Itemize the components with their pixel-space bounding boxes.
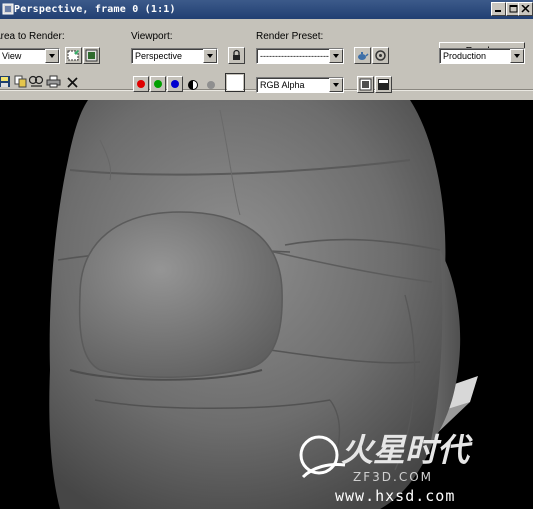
chevron-down-icon: [510, 49, 524, 63]
gray-dot-icon: [207, 81, 215, 89]
copy-icon: [14, 75, 27, 88]
alpha-half-icon: [188, 80, 198, 90]
color-swatch[interactable]: [225, 73, 245, 92]
panel-icon: [378, 79, 389, 90]
app-icon: [2, 3, 14, 15]
title-bar: Perspective, frame 0 (1:1): [0, 0, 533, 19]
render-frame-window: Perspective, frame 0 (1:1) Area to Rende…: [0, 0, 533, 509]
toggle-ui-button[interactable]: [375, 76, 392, 93]
chevron-down-icon: [329, 78, 343, 92]
render-controls-panel: Area to Render: View Viewport: Perspecti…: [0, 19, 533, 100]
green-channel-toggle[interactable]: [150, 76, 166, 92]
region-select-icon: [85, 49, 98, 62]
chevron-down-icon: [329, 49, 343, 63]
viewport-label: Viewport:: [131, 31, 173, 42]
chevron-down-icon: [203, 49, 217, 63]
render-preset-label: Render Preset:: [256, 31, 324, 42]
render-setup-button[interactable]: [354, 47, 371, 64]
maximize-icon: [509, 5, 518, 13]
teapot-icon: [358, 52, 369, 60]
blue-channel-toggle[interactable]: [167, 76, 183, 92]
chevron-down-icon: [45, 49, 59, 63]
red-dot-icon: [137, 80, 145, 88]
swatch-fill: [227, 75, 243, 90]
minimize-button[interactable]: [491, 2, 506, 16]
save-image-button[interactable]: [0, 75, 11, 88]
printer-icon: [46, 75, 61, 88]
gear-icon: [375, 50, 386, 61]
watermark-url: www.hxsd.com: [335, 487, 455, 505]
minimize-icon: [495, 10, 501, 12]
area-to-render-value: View: [2, 51, 22, 61]
viewport-value: Perspective: [135, 51, 183, 61]
viewport-dropdown[interactable]: Perspective: [131, 48, 218, 64]
clone-window-button[interactable]: [28, 75, 44, 88]
region-edit-icon: [67, 50, 79, 61]
render-preset-value: -----------------------: [260, 51, 329, 61]
close-icon: [521, 5, 530, 13]
lock-icon: [233, 49, 240, 60]
production-value: Production: [443, 51, 487, 61]
area-to-render-dropdown[interactable]: View: [0, 48, 60, 64]
watermark-logo: 火星时代 ZF3D.COM www.hxsd.com: [299, 431, 473, 505]
red-channel-toggle[interactable]: [133, 76, 149, 92]
display-channel-dropdown[interactable]: RGB Alpha: [256, 77, 344, 93]
production-dropdown[interactable]: Production: [439, 48, 525, 64]
close-x-icon: [67, 77, 78, 88]
alpha-channel-toggle[interactable]: [187, 78, 199, 90]
clone-icon: [28, 75, 44, 87]
save-icon: [0, 76, 10, 87]
green-dot-icon: [154, 80, 162, 88]
blue-dot-icon: [171, 80, 179, 88]
render-viewport: 火星时代 ZF3D.COM www.hxsd.com: [0, 100, 533, 509]
lock-viewport-button[interactable]: [228, 47, 245, 64]
print-image-button[interactable]: [46, 75, 61, 88]
watermark-subtitle: ZF3D.COM: [353, 470, 433, 484]
display-channel-value: RGB Alpha: [260, 80, 305, 90]
toggle-ui-overlays-button[interactable]: [357, 76, 374, 93]
clear-image-button[interactable]: [66, 76, 79, 89]
environment-button[interactable]: [372, 47, 389, 64]
edit-region-button[interactable]: [65, 47, 82, 64]
render-preset-dropdown[interactable]: -----------------------: [256, 48, 344, 64]
monochrome-toggle[interactable]: [205, 78, 217, 90]
watermark-logo-text: 火星时代: [341, 431, 473, 469]
overlay-icon: [359, 78, 372, 91]
copy-image-button[interactable]: [14, 75, 27, 88]
close-button[interactable]: [518, 2, 533, 16]
area-to-render-label: Area to Render:: [0, 31, 65, 42]
auto-region-button[interactable]: [83, 47, 100, 64]
window-title: Perspective, frame 0 (1:1): [14, 4, 176, 15]
